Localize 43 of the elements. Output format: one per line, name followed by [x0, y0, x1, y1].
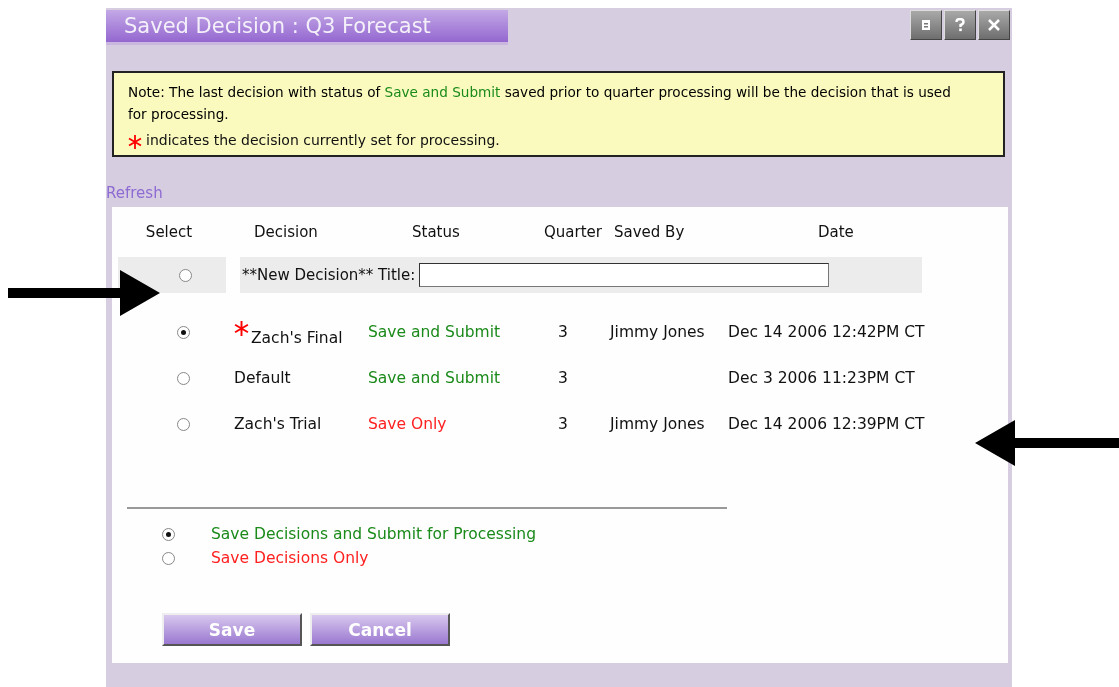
- column-header: Date: [817, 222, 855, 243]
- window-title: Saved Decision : Q3 Forecast: [106, 10, 508, 45]
- close-button[interactable]: [978, 10, 1010, 40]
- legend-text: indicates the decision currently set for processing.: [146, 131, 500, 149]
- column-header: Select: [144, 222, 194, 243]
- radio-button[interactable]: [162, 551, 175, 565]
- document-icon: [922, 20, 930, 30]
- radio-button[interactable]: [162, 527, 175, 541]
- close-icon: [988, 19, 1000, 31]
- table-cell: Dec 3 2006 11:23PM CT: [728, 369, 915, 387]
- table-cell: Save and Submit: [368, 323, 501, 341]
- column-header: Decision: [253, 222, 319, 243]
- table-cell: Dec 14 2006 12:39PM CT: [728, 415, 925, 433]
- table-cell: Save and Submit: [368, 369, 501, 387]
- action-button[interactable]: Save: [162, 613, 302, 646]
- help-button[interactable]: [944, 10, 976, 40]
- help-icon: [955, 18, 965, 32]
- table-cell: Jimmy Jones: [610, 323, 705, 341]
- radio-button[interactable]: [179, 268, 192, 282]
- table-cell: Default: [234, 369, 291, 387]
- table-cell: 3: [558, 415, 568, 433]
- column-header: Saved By: [613, 222, 686, 243]
- radio-button[interactable]: [177, 417, 190, 431]
- radio-button[interactable]: [177, 325, 190, 339]
- action-button[interactable]: Cancel: [310, 613, 450, 646]
- title-label: **New Decision** Title:: [242, 266, 416, 284]
- refresh-link[interactable]: Refresh: [106, 183, 163, 203]
- table-cell: Zach's Final: [251, 329, 343, 347]
- table-cell: 3: [558, 323, 568, 341]
- column-header: Status: [411, 222, 461, 243]
- table-cell: 3: [558, 369, 568, 387]
- title-input[interactable]: [419, 263, 830, 287]
- radio-button[interactable]: [177, 371, 190, 385]
- note-text: Note: The last decision with status of Save and Submit saved prior to quarter processing will be the decision that is used for processing.: [128, 83, 952, 124]
- column-header: Quarter: [543, 222, 603, 243]
- table-cell: Zach's Trial: [234, 415, 322, 433]
- table-cell: Save Only: [368, 415, 447, 433]
- asterisk-icon: [128, 135, 142, 149]
- option-label: Save Decisions and Submit for Processing: [211, 525, 536, 543]
- table-cell: Dec 14 2006 12:42PM CT: [728, 323, 925, 341]
- bookmark-button[interactable]: [910, 10, 942, 40]
- table-cell: Jimmy Jones: [610, 415, 705, 433]
- option-label: Save Decisions Only: [211, 549, 369, 567]
